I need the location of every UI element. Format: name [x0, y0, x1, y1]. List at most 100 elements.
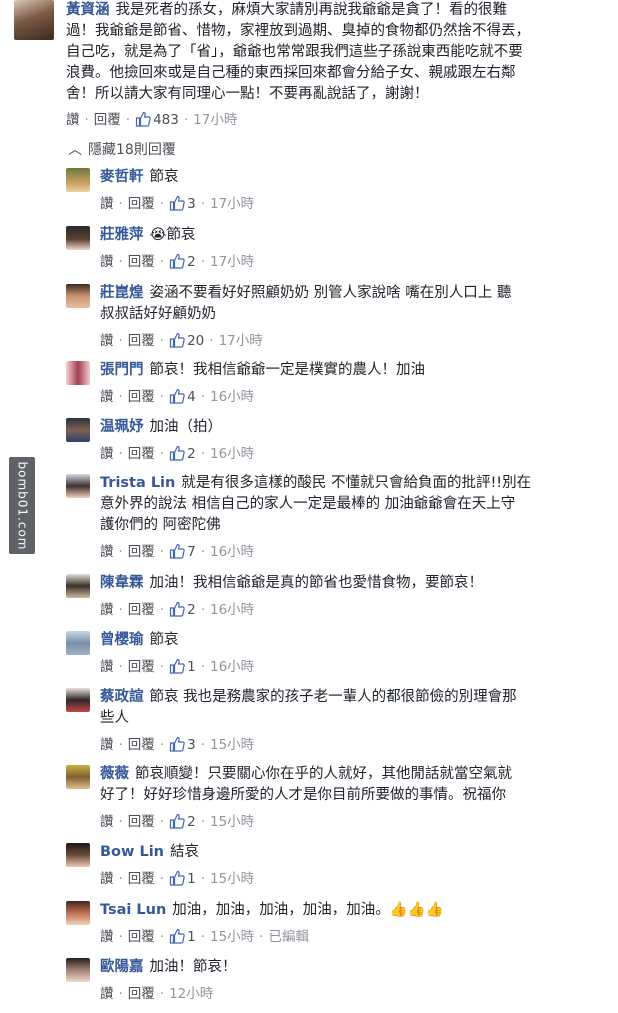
- reply-button[interactable]: 回覆: [128, 196, 155, 212]
- reply-button[interactable]: 回覆: [128, 737, 155, 753]
- reply-button[interactable]: 回覆: [128, 929, 155, 945]
- author-name[interactable]: Tsai Lun: [100, 902, 166, 918]
- author-name[interactable]: 曾櫻瑜: [100, 632, 144, 648]
- reply-button[interactable]: 回覆: [128, 871, 155, 887]
- author-name[interactable]: 莊崑煌: [100, 285, 144, 301]
- avatar[interactable]: [66, 843, 90, 867]
- like-count[interactable]: 2: [169, 445, 196, 462]
- author-name[interactable]: Trista Lin: [100, 475, 175, 491]
- like-button[interactable]: 讚: [100, 333, 114, 349]
- like-count[interactable]: 1: [169, 658, 196, 675]
- comment-line: 節哀！我相信爺爺一定是樸實的農人！加油: [149, 362, 426, 378]
- like-count[interactable]: 3: [169, 195, 196, 212]
- reply-button[interactable]: 回覆: [128, 986, 155, 1002]
- timestamp[interactable]: 17小時: [193, 112, 237, 128]
- like-button[interactable]: 讚: [100, 544, 114, 560]
- like-button[interactable]: 讚: [100, 446, 114, 462]
- comment-line: 我是死者的孫女，麻煩大家請別再說我爺爺是貪了！看的很難: [115, 2, 508, 18]
- timestamp[interactable]: 12小時: [169, 986, 213, 1002]
- author-name[interactable]: 莊雅萍: [100, 227, 144, 243]
- author-name[interactable]: Bow Lin: [100, 844, 164, 860]
- author-name[interactable]: 陳韋霖: [100, 575, 144, 591]
- timestamp[interactable]: 15小時: [210, 737, 254, 753]
- like-button[interactable]: 讚: [100, 929, 114, 945]
- reply-button[interactable]: 回覆: [128, 659, 155, 675]
- like-count[interactable]: 7: [169, 543, 196, 560]
- like-button[interactable]: 讚: [66, 112, 80, 128]
- reply-button[interactable]: 回覆: [128, 389, 155, 405]
- like-count[interactable]: 2: [169, 253, 196, 270]
- edited-label[interactable]: 已編輯: [268, 929, 309, 945]
- like-count[interactable]: 2: [169, 601, 196, 618]
- avatar[interactable]: [66, 631, 90, 655]
- reply-button[interactable]: 回覆: [128, 333, 155, 349]
- like-button[interactable]: 讚: [100, 389, 114, 405]
- like-count[interactable]: 4: [169, 388, 196, 405]
- author-name[interactable]: 張門門: [100, 362, 144, 378]
- timestamp[interactable]: 15小時: [210, 814, 254, 830]
- like-button[interactable]: 讚: [100, 871, 114, 887]
- timestamp[interactable]: 15小時: [210, 871, 254, 887]
- timestamp[interactable]: 16小時: [210, 544, 254, 560]
- hide-replies-link[interactable]: ︿ 隱藏18則回覆: [68, 140, 176, 160]
- like-button[interactable]: 讚: [100, 659, 114, 675]
- comment-line: 舍！所以請大家有同理心一點！不要再亂說話了，謝謝！: [66, 86, 429, 102]
- reply-button[interactable]: 回覆: [128, 814, 155, 830]
- reply-text: 温珮妤 加油（拍）: [100, 417, 610, 438]
- timestamp[interactable]: 17小時: [210, 254, 254, 270]
- like-count[interactable]: 20: [169, 332, 204, 349]
- author-name[interactable]: 蔡政諠: [100, 689, 144, 705]
- like-button[interactable]: 讚: [100, 196, 114, 212]
- author-name[interactable]: 黃資涵: [66, 2, 110, 18]
- avatar[interactable]: [66, 765, 90, 789]
- avatar[interactable]: [66, 474, 90, 498]
- like-button[interactable]: 讚: [100, 602, 114, 618]
- timestamp[interactable]: 17小時: [210, 196, 254, 212]
- timestamp[interactable]: 16小時: [210, 389, 254, 405]
- reply-text: 麥哲軒 節哀: [100, 167, 610, 188]
- avatar[interactable]: [66, 226, 90, 250]
- avatar[interactable]: [66, 418, 90, 442]
- timestamp[interactable]: 17小時: [219, 333, 263, 349]
- reply-button[interactable]: 回覆: [128, 544, 155, 560]
- author-name[interactable]: 薇薇: [100, 766, 129, 782]
- avatar[interactable]: [66, 688, 90, 712]
- reply-button[interactable]: 回覆: [128, 254, 155, 270]
- comment-line: 意外界的說法 相信自己的家人一定是最棒的 加油爺爺會在天上守: [100, 496, 516, 512]
- timestamp[interactable]: 16小時: [210, 602, 254, 618]
- reply-actions: 讚 · 回覆 · 2 · 17小時: [100, 253, 255, 270]
- timestamp[interactable]: 15小時: [210, 929, 254, 945]
- comment-line: 過！我爺爺是節省、惜物，家裡放到過期、臭掉的食物都仍然捨不得丟，: [66, 23, 530, 39]
- chevron-up-icon: ︿: [68, 142, 82, 158]
- reply-button[interactable]: 回覆: [128, 602, 155, 618]
- avatar[interactable]: [66, 574, 90, 598]
- like-count[interactable]: 3: [169, 736, 196, 753]
- reply-button[interactable]: 回覆: [128, 446, 155, 462]
- author-name[interactable]: 麥哲軒: [100, 169, 144, 185]
- comment-line: 加油，加油，加油，加油，加油。👍👍👍: [172, 902, 444, 918]
- comment-line: 自己吃，就是為了「省」，爺爺也常常跟我們這些子孫說東西能吃就不要: [66, 44, 523, 60]
- avatar[interactable]: [66, 168, 90, 192]
- avatar[interactable]: [14, 0, 54, 40]
- like-count[interactable]: 2: [169, 813, 196, 830]
- avatar[interactable]: [66, 901, 90, 925]
- like-count[interactable]: 1: [169, 870, 196, 887]
- like-button[interactable]: 讚: [100, 737, 114, 753]
- like-count[interactable]: 483: [135, 111, 179, 128]
- comment-line: 加油（拍）: [149, 419, 223, 435]
- avatar[interactable]: [66, 958, 90, 982]
- like-button[interactable]: 讚: [100, 986, 114, 1002]
- avatar[interactable]: [66, 361, 90, 385]
- timestamp[interactable]: 16小時: [210, 446, 254, 462]
- thumbs-up-icon: [169, 253, 185, 269]
- top-comment-text: 黃資涵 我是死者的孫女，麻煩大家請別再說我爺爺是貪了！看的很難 過！我爺爺是節省、…: [66, 0, 614, 105]
- comment-line: 節哀 我也是務農家的孩子老一輩人的都很節儉的別理會那: [149, 689, 517, 705]
- author-name[interactable]: 温珮妤: [100, 419, 144, 435]
- timestamp[interactable]: 16小時: [210, 659, 254, 675]
- like-button[interactable]: 讚: [100, 814, 114, 830]
- like-count[interactable]: 1: [169, 928, 196, 945]
- reply-button[interactable]: 回覆: [94, 112, 121, 128]
- like-button[interactable]: 讚: [100, 254, 114, 270]
- author-name[interactable]: 歐陽嘉: [100, 959, 144, 975]
- avatar[interactable]: [66, 284, 90, 308]
